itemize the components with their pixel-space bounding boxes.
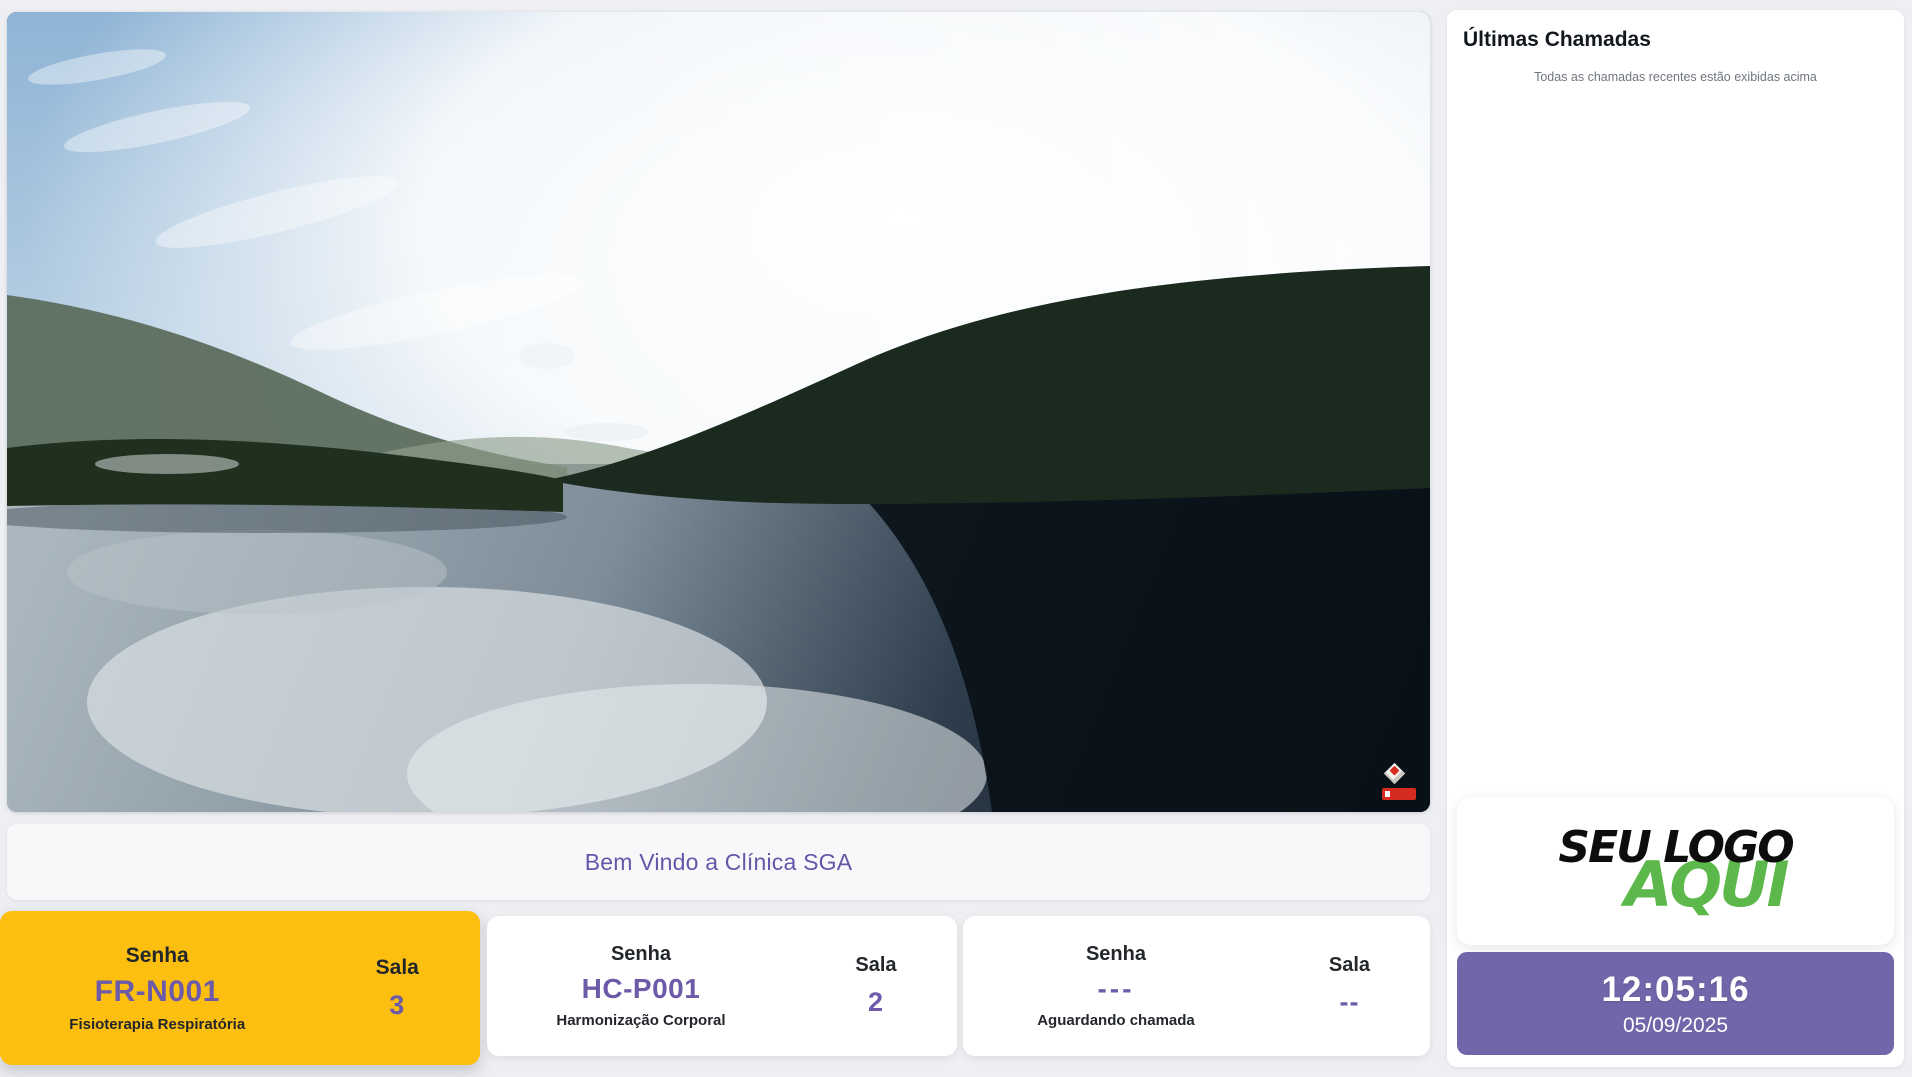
sala-label: Sala — [314, 956, 480, 980]
welcome-message: Bem Vindo a Clínica SGA — [585, 849, 853, 876]
call-card-previous: Senha HC-P001 Harmonização Corporal Sala… — [487, 916, 957, 1056]
sala-label: Sala — [1269, 954, 1430, 977]
ticket-block: Senha --- Aguardando chamada — [963, 943, 1269, 1029]
room-block: Sala 2 — [795, 954, 957, 1018]
recent-calls-panel: Últimas Chamadas Todas as chamadas recen… — [1447, 10, 1904, 1067]
room-block: Sala -- — [1269, 954, 1430, 1018]
senha-label: Senha — [0, 944, 314, 968]
panel-title: Últimas Chamadas — [1463, 28, 1651, 52]
ticket-code: FR-N001 — [0, 975, 314, 1009]
ticket-block: Senha FR-N001 Fisioterapia Respiratória — [0, 944, 314, 1033]
ticket-code: --- — [963, 973, 1269, 1005]
service-name: Aguardando chamada — [963, 1012, 1269, 1029]
clock-time: 12:05:16 — [1601, 970, 1749, 1010]
senha-label: Senha — [487, 943, 795, 966]
watermark-cube-icon — [1384, 763, 1405, 784]
clock-widget: 12:05:16 05/09/2025 — [1457, 952, 1894, 1055]
senha-label: Senha — [963, 943, 1269, 966]
empty-state-message: Todas as chamadas recentes estão exibida… — [1447, 70, 1904, 84]
ticket-block: Senha HC-P001 Harmonização Corporal — [487, 943, 795, 1029]
service-name: Fisioterapia Respiratória — [0, 1016, 314, 1033]
clock-date: 05/09/2025 — [1623, 1014, 1728, 1038]
call-card-waiting: Senha --- Aguardando chamada Sala -- — [963, 916, 1430, 1056]
logo-text-line1: SEU LOGO — [1558, 826, 1792, 870]
service-name: Harmonização Corporal — [487, 1012, 795, 1029]
room-number: 3 — [314, 990, 480, 1021]
video-watermark — [1372, 764, 1416, 804]
lake-landscape-video-frame — [7, 12, 1430, 812]
logo-placeholder: SEU LOGO AQUI — [1457, 797, 1894, 945]
room-number: 2 — [795, 987, 957, 1018]
call-card-current: Senha FR-N001 Fisioterapia Respiratória … — [0, 911, 480, 1065]
ticket-code: HC-P001 — [487, 973, 795, 1005]
room-block: Sala 3 — [314, 956, 480, 1021]
watermark-label — [1382, 788, 1416, 800]
room-number: -- — [1269, 987, 1430, 1018]
queue-display-screen: Bem Vindo a Clínica SGA Senha FR-N001 Fi… — [0, 0, 1912, 1077]
sala-label: Sala — [795, 954, 957, 977]
welcome-banner: Bem Vindo a Clínica SGA — [7, 824, 1430, 900]
video-player — [7, 12, 1430, 812]
